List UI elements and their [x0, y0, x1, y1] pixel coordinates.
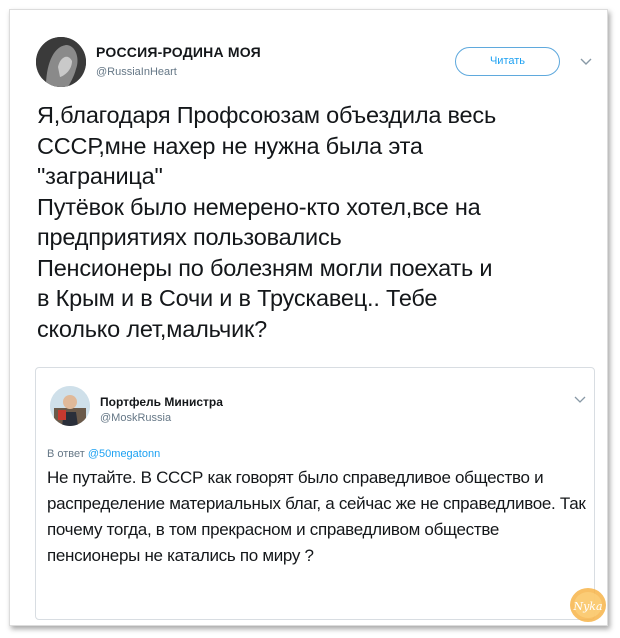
- quoted-tweet[interactable]: Портфель Министра @MoskRussia В ответ @5…: [35, 367, 595, 620]
- svg-text:Nyka: Nyka: [572, 600, 602, 613]
- author-avatar[interactable]: [36, 37, 86, 87]
- reply-prefix: В ответ: [47, 448, 88, 460]
- quoted-author-name[interactable]: Портфель Министра: [100, 395, 223, 409]
- tweet-card: РОССИЯ-РОДИНА МОЯ @RussiaInHeart Читать …: [9, 9, 608, 626]
- quoted-author-handle[interactable]: @MoskRussia: [100, 412, 171, 424]
- follow-button[interactable]: Читать: [455, 47, 560, 76]
- author-name[interactable]: РОССИЯ-РОДИНА МОЯ: [96, 44, 261, 60]
- tweet-text: Я,благодаря Профсоюзам объездила весь СС…: [37, 102, 497, 342]
- chevron-down-icon[interactable]: [578, 53, 594, 69]
- reply-mention-link[interactable]: @50megatonn: [88, 448, 160, 460]
- reply-context: В ответ @50megatonn: [47, 448, 160, 460]
- quoted-author-avatar[interactable]: [50, 386, 90, 426]
- chevron-down-icon[interactable]: [573, 392, 587, 406]
- watermark-logo: Nyka: [568, 586, 608, 624]
- quoted-tweet-text: Не путайте. В СССР как говорят было спра…: [47, 468, 586, 565]
- author-handle[interactable]: @RussiaInHeart: [96, 66, 177, 78]
